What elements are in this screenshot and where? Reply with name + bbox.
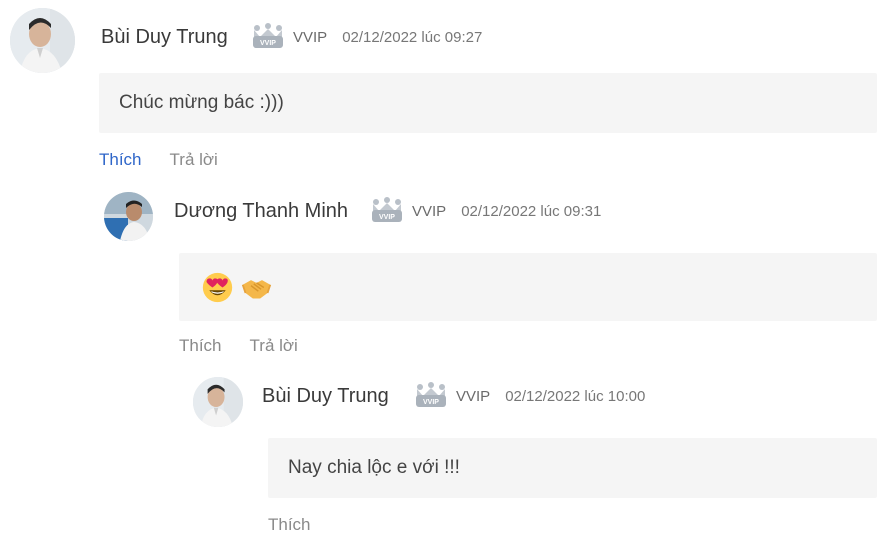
comment-actions: Thích Trả lời (99, 150, 218, 170)
crown-badge-icon: VVIP (416, 382, 446, 407)
reply-button[interactable]: Trả lời (250, 336, 298, 356)
emoji-content (201, 271, 273, 304)
user-photo (10, 8, 75, 73)
svg-text:VVIP: VVIP (423, 399, 439, 406)
comment-author[interactable]: Bùi Duy Trung (101, 26, 228, 49)
avatar[interactable] (10, 8, 75, 73)
like-button[interactable]: Thích (268, 515, 311, 535)
comment-author[interactable]: Bùi Duy Trung (262, 385, 389, 408)
comment-timestamp: 02/12/2022 lúc 09:27 (342, 28, 483, 46)
reply-button[interactable]: Trả lời (170, 150, 218, 170)
user-tier: VVIP VVIP 02/12/2022 lúc 09:31 (370, 196, 601, 226)
tier-label: VVIP (412, 202, 447, 220)
comment-author[interactable]: Dương Thanh Minh (174, 200, 348, 223)
tier-label: VVIP (456, 387, 491, 405)
avatar[interactable] (193, 377, 243, 427)
user-tier: VVIP VVIP 02/12/2022 lúc 09:27 (251, 22, 482, 52)
comment-bubble: Nay chia lộc e với !!! (268, 438, 877, 498)
user-tier: VVIP VVIP 02/12/2022 lúc 10:00 (414, 381, 645, 411)
comment-bubble (179, 253, 877, 321)
tier-label: VVIP (293, 28, 328, 46)
user-photo (193, 377, 243, 427)
svg-text:VVIP: VVIP (260, 40, 276, 47)
comment-text: Nay chia lộc e với !!! (288, 457, 460, 478)
like-button[interactable]: Thích (99, 150, 142, 170)
crown-badge-icon: VVIP (253, 23, 283, 48)
comment-actions: Thích Trả lời (179, 336, 298, 356)
heart-eyes-emoji-icon (202, 272, 233, 302)
comment-text: Chúc mừng bác :))) (119, 92, 284, 113)
crown-badge-icon: VVIP (372, 197, 402, 222)
comment-actions: Thích (268, 515, 311, 535)
handshake-emoji-icon (241, 279, 272, 298)
comment-timestamp: 02/12/2022 lúc 10:00 (505, 387, 646, 405)
comment-bubble: Chúc mừng bác :))) (99, 73, 877, 133)
like-button[interactable]: Thích (179, 336, 222, 356)
svg-text:VVIP: VVIP (379, 214, 395, 221)
user-photo (104, 192, 153, 241)
avatar[interactable] (104, 192, 153, 241)
comment-timestamp: 02/12/2022 lúc 09:31 (461, 202, 602, 220)
